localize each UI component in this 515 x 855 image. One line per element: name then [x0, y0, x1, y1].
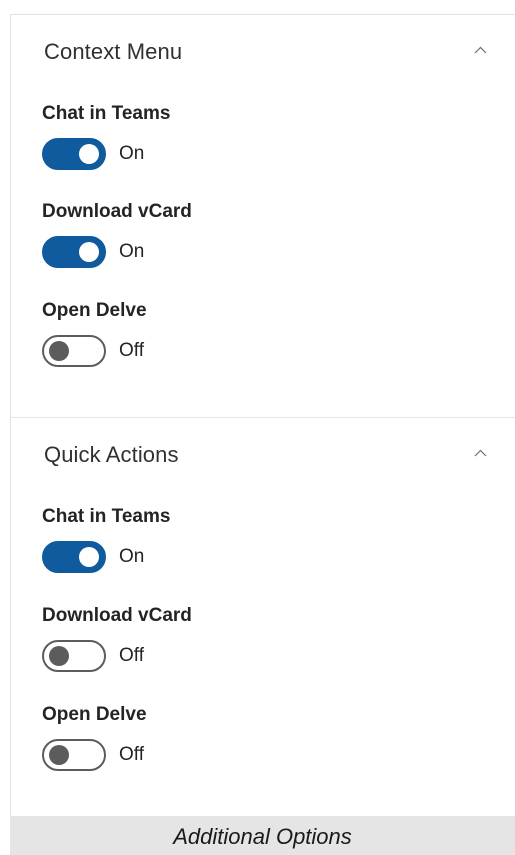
quick-actions-header[interactable]: Quick Actions [11, 418, 515, 488]
toggle-knob [79, 547, 99, 567]
toggle-row: On [42, 138, 242, 170]
caption-bar: Additional Options [10, 816, 515, 855]
toggle-knob [49, 341, 69, 361]
toggle-knob [79, 242, 99, 262]
setting-chat-in-teams: Chat in Teams On [42, 506, 482, 586]
chat-in-teams-toggle[interactable] [42, 541, 106, 573]
settings-panel: Context Menu Chat in Teams On Download v… [10, 14, 515, 816]
section-title: Quick Actions [44, 442, 179, 467]
open-delve-toggle[interactable] [42, 335, 106, 367]
chat-in-teams-toggle[interactable] [42, 138, 106, 170]
section-title: Context Menu [44, 39, 183, 64]
setting-label: Chat in Teams [42, 103, 171, 124]
toggle-row: Off [42, 739, 242, 771]
download-vcard-toggle[interactable] [42, 640, 106, 672]
chevron-up-icon[interactable] [474, 44, 487, 57]
setting-open-delve: Open Delve Off [42, 704, 482, 784]
toggle-state-text: Off [119, 340, 144, 361]
context-menu-header[interactable]: Context Menu [11, 15, 515, 85]
toggle-row: Off [42, 335, 242, 367]
setting-download-vcard: Download vCard On [42, 201, 482, 281]
setting-chat-in-teams: Chat in Teams On [42, 103, 482, 183]
toggle-knob [49, 745, 69, 765]
chevron-up-icon[interactable] [474, 447, 487, 460]
toggle-knob [79, 144, 99, 164]
figure-caption: Additional Options [173, 824, 352, 849]
toggle-state-text: Off [119, 744, 144, 765]
quick-actions-section: Quick Actions Chat in Teams On Download … [11, 418, 515, 817]
toggle-state-text: On [119, 143, 145, 164]
toggle-state-text: On [119, 546, 145, 567]
toggle-row: On [42, 236, 242, 268]
toggle-row: Off [42, 640, 242, 672]
setting-label: Chat in Teams [42, 506, 171, 527]
setting-open-delve: Open Delve Off [42, 300, 482, 380]
open-delve-toggle[interactable] [42, 739, 106, 771]
toggle-state-text: On [119, 241, 145, 262]
toggle-knob [49, 646, 69, 666]
setting-label: Open Delve [42, 300, 147, 321]
context-menu-section: Context Menu Chat in Teams On Download v… [11, 15, 515, 418]
setting-label: Open Delve [42, 704, 147, 725]
download-vcard-toggle[interactable] [42, 236, 106, 268]
setting-download-vcard: Download vCard Off [42, 605, 482, 685]
toggle-state-text: Off [119, 645, 144, 666]
setting-label: Download vCard [42, 605, 192, 626]
setting-label: Download vCard [42, 201, 192, 222]
toggle-row: On [42, 541, 242, 573]
